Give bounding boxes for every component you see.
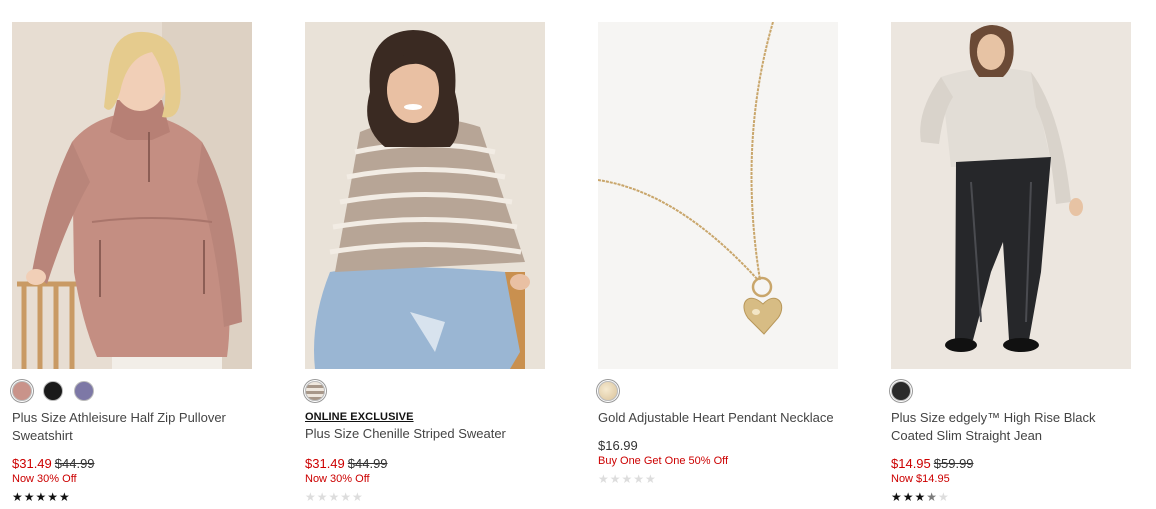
product-card: Gold Adjustable Heart Pendant Necklace $… <box>598 22 838 486</box>
color-swatch[interactable] <box>74 381 94 401</box>
product-card: Plus Size edgely™ High Rise Black Coated… <box>891 22 1131 504</box>
color-swatches <box>12 381 252 405</box>
sale-price: $14.95 <box>891 456 931 471</box>
rating-stars: ★★★★★ <box>12 490 71 504</box>
product-title[interactable]: Plus Size edgely™ High Rise Black Coated… <box>891 409 1131 445</box>
product-image[interactable] <box>12 22 252 369</box>
price: $16.99 <box>598 438 638 453</box>
color-swatch[interactable] <box>12 381 32 401</box>
sale-price: $31.49 <box>305 456 345 471</box>
online-exclusive-badge: ONLINE EXCLUSIVE <box>305 411 414 423</box>
product-title[interactable]: Plus Size Athleisure Half Zip Pullover S… <box>12 409 252 445</box>
rating-stars: ★★★★★ <box>305 490 364 504</box>
product-title[interactable]: Gold Adjustable Heart Pendant Necklace <box>598 409 838 427</box>
original-price: $59.99 <box>933 456 974 471</box>
color-swatch[interactable] <box>43 381 63 401</box>
promo-text: Now 30% Off <box>12 473 77 485</box>
promo-text: Now 30% Off <box>305 473 370 485</box>
product-grid: Plus Size Athleisure Half Zip Pullover S… <box>0 0 1156 509</box>
color-swatches <box>891 381 1131 405</box>
product-title[interactable]: Plus Size Chenille Striped Sweater <box>305 425 545 443</box>
price-block: $16.99 <box>598 438 838 454</box>
color-swatch[interactable] <box>891 381 911 401</box>
color-swatch[interactable] <box>305 381 325 401</box>
product-image[interactable] <box>598 22 838 369</box>
product-card: ONLINE EXCLUSIVE Plus Size Chenille Stri… <box>305 22 545 504</box>
rating-stars: ★★★★★ <box>891 490 950 504</box>
product-image[interactable] <box>305 22 545 369</box>
color-swatches <box>305 381 545 405</box>
rating-stars: ★★★★★ <box>598 472 657 486</box>
sale-price: $31.49 <box>12 456 52 471</box>
color-swatches <box>598 381 838 405</box>
original-price: $44.99 <box>347 456 388 471</box>
price-block: $14.95 $59.99 <box>891 456 1131 472</box>
price-block: $31.49 $44.99 <box>305 456 545 472</box>
promo-text: Now $14.95 <box>891 473 950 485</box>
color-swatch[interactable] <box>598 381 618 401</box>
promo-text: Buy One Get One 50% Off <box>598 455 729 467</box>
product-card: Plus Size Athleisure Half Zip Pullover S… <box>12 22 252 504</box>
original-price: $44.99 <box>54 456 95 471</box>
product-image[interactable] <box>891 22 1131 369</box>
price-block: $31.49 $44.99 <box>12 456 252 472</box>
